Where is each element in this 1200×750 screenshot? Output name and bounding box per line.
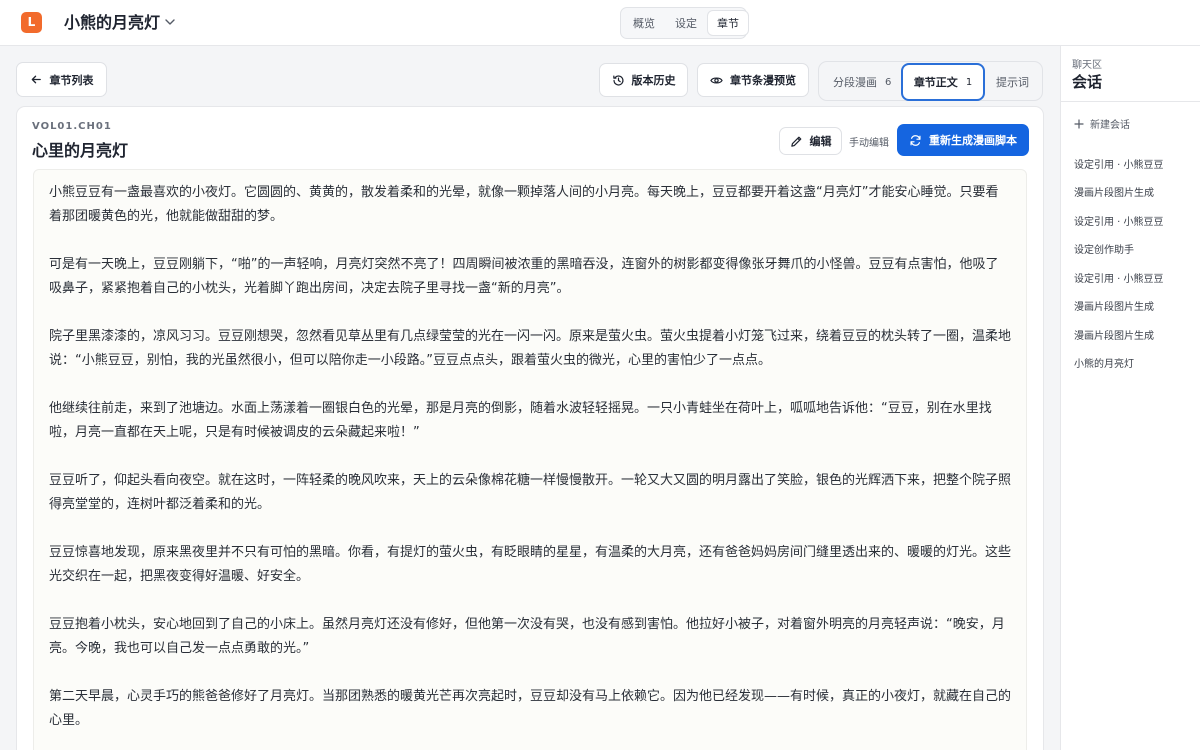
arrow-left-icon <box>31 75 41 84</box>
tab-prompts[interactable]: 提示词 <box>996 65 1029 99</box>
edit-button[interactable]: 编辑 <box>779 127 842 155</box>
regenerate-comic-script-button[interactable]: 重新生成漫画脚本 <box>897 124 1029 156</box>
regenerate-button-label: 重新生成漫画脚本 <box>929 134 1017 147</box>
divider <box>1061 101 1200 102</box>
chapter-paragraph: 豆豆惊喜地发现，原来黑夜里并不只有可怕的黑暗。你看，有提灯的萤火虫，有眨眼睛的星… <box>49 545 1012 584</box>
top-nav-overview[interactable]: 概览 <box>624 11 664 35</box>
edit-button-label: 编辑 <box>809 135 832 148</box>
conversation-item[interactable]: 设定引用 · 小熊豆豆 <box>1074 263 1199 292</box>
new-conversation-button[interactable]: 新建会话 <box>1074 116 1130 131</box>
chat-section-label: 聊天区 <box>1072 60 1102 71</box>
chapter-paragraph: 第二天早晨，心灵手巧的熊爸爸修好了月亮灯。当那团熟悉的暖黄光芒再次亮起时，豆豆却… <box>49 689 1012 728</box>
tab-label: 分段漫画 <box>833 76 877 89</box>
chapter-paragraph: 豆豆抱着小枕头，安心地回到了自己的小床上。虽然月亮灯还没有修好，但他第一次没有哭… <box>49 617 1005 656</box>
conversation-item[interactable]: 小熊的月亮灯 <box>1074 349 1199 378</box>
chapter-paragraph: 可是有一天晚上，豆豆刚躺下，“啪”的一声轻响，月亮灯突然不亮了！四周瞬间被浓重的… <box>49 257 999 296</box>
top-nav-settings[interactable]: 设定 <box>666 11 706 35</box>
top-nav-segmented: 概览 设定 章节 <box>620 7 748 39</box>
conversation-item[interactable]: 设定引用 · 小熊豆豆 <box>1074 149 1199 178</box>
conversation-item[interactable]: 设定引用 · 小熊豆豆 <box>1074 206 1199 235</box>
view-tabs: 分段漫画 6 章节正文 1 提示词 <box>818 61 1043 101</box>
chapter-code: VOL01.CH01 <box>32 121 112 132</box>
project-title[interactable]: 小熊的月亮灯 <box>64 12 160 34</box>
tab-label: 章节正文 <box>913 76 958 89</box>
tab-count-badge: 6 <box>885 76 892 88</box>
new-conversation-label: 新建会话 <box>1090 120 1130 131</box>
pencil-icon <box>790 136 801 147</box>
tab-label: 提示词 <box>996 76 1029 89</box>
manual-edit-label: 手动编辑 <box>849 138 889 149</box>
back-button-label: 章节列表 <box>49 73 94 87</box>
version-history-label: 版本历史 <box>631 74 676 87</box>
version-history-button[interactable]: 版本历史 <box>599 63 688 97</box>
chapter-title: 心里的月亮灯 <box>32 141 129 160</box>
conversation-item[interactable]: 漫画片段图片生成 <box>1074 178 1199 207</box>
back-to-chapter-list-button[interactable]: 章节列表 <box>16 62 107 97</box>
chapter-paragraph: 小熊豆豆有一盏最喜欢的小夜灯。它圆圆的、黄黄的，散发着柔和的光晕，就像一颗掉落人… <box>49 185 999 224</box>
app-logo[interactable]: L <box>21 12 42 33</box>
tab-segment-comics[interactable]: 分段漫画 6 <box>833 65 891 99</box>
conversation-list: 设定引用 · 小熊豆豆 漫画片段图片生成 设定引用 · 小熊豆豆 设定创作助手 … <box>1074 149 1199 377</box>
chevron-down-icon[interactable] <box>163 15 177 29</box>
chapter-paragraph: 他继续往前走，来到了池塘边。水面上荡漾着一圈银白色的光晕，那是月亮的倒影，随着水… <box>49 401 992 440</box>
tab-count-badge: 1 <box>965 76 973 88</box>
chapter-paragraph: 豆豆听了，仰起头看向夜空。就在这时，一阵轻柔的晚风吹来，天上的云朵像棉花糖一样慢… <box>49 473 1012 512</box>
chapter-card: VOL01.CH01 心里的月亮灯 编辑 手动编辑 重新生成漫画脚本 小熊豆豆有… <box>16 106 1044 750</box>
chapter-text-content[interactable]: 小熊豆豆有一盏最喜欢的小夜灯。它圆圆的、黄黄的，散发着柔和的光晕，就像一颗掉落人… <box>33 169 1027 750</box>
chat-title: 会话 <box>1072 73 1103 91</box>
top-nav-chapters[interactable]: 章节 <box>708 11 748 35</box>
chat-panel: 聊天区 会话 新建会话 设定引用 · 小熊豆豆 漫画片段图片生成 设定引用 · … <box>1060 46 1200 750</box>
conversation-item[interactable]: 漫画片段图片生成 <box>1074 292 1199 321</box>
conversation-item[interactable]: 漫画片段图片生成 <box>1074 320 1199 349</box>
eye-icon <box>710 76 723 84</box>
chapter-paragraph: 院子里黑漆漆的，凉风习习。豆豆刚想哭，忽然看见草丛里有几点绿莹莹的光在一闪一闪。… <box>49 329 1012 368</box>
top-bar: L 小熊的月亮灯 概览 设定 章节 <box>0 0 1200 46</box>
conversation-item[interactable]: 设定创作助手 <box>1074 235 1199 264</box>
plus-icon <box>1074 118 1084 129</box>
tab-chapter-text[interactable]: 章节正文 1 <box>901 63 985 101</box>
history-icon <box>612 74 624 86</box>
refresh-icon <box>910 134 921 146</box>
chapter-comic-preview-button[interactable]: 章节条漫预览 <box>697 63 809 97</box>
comic-preview-label: 章节条漫预览 <box>730 74 796 87</box>
